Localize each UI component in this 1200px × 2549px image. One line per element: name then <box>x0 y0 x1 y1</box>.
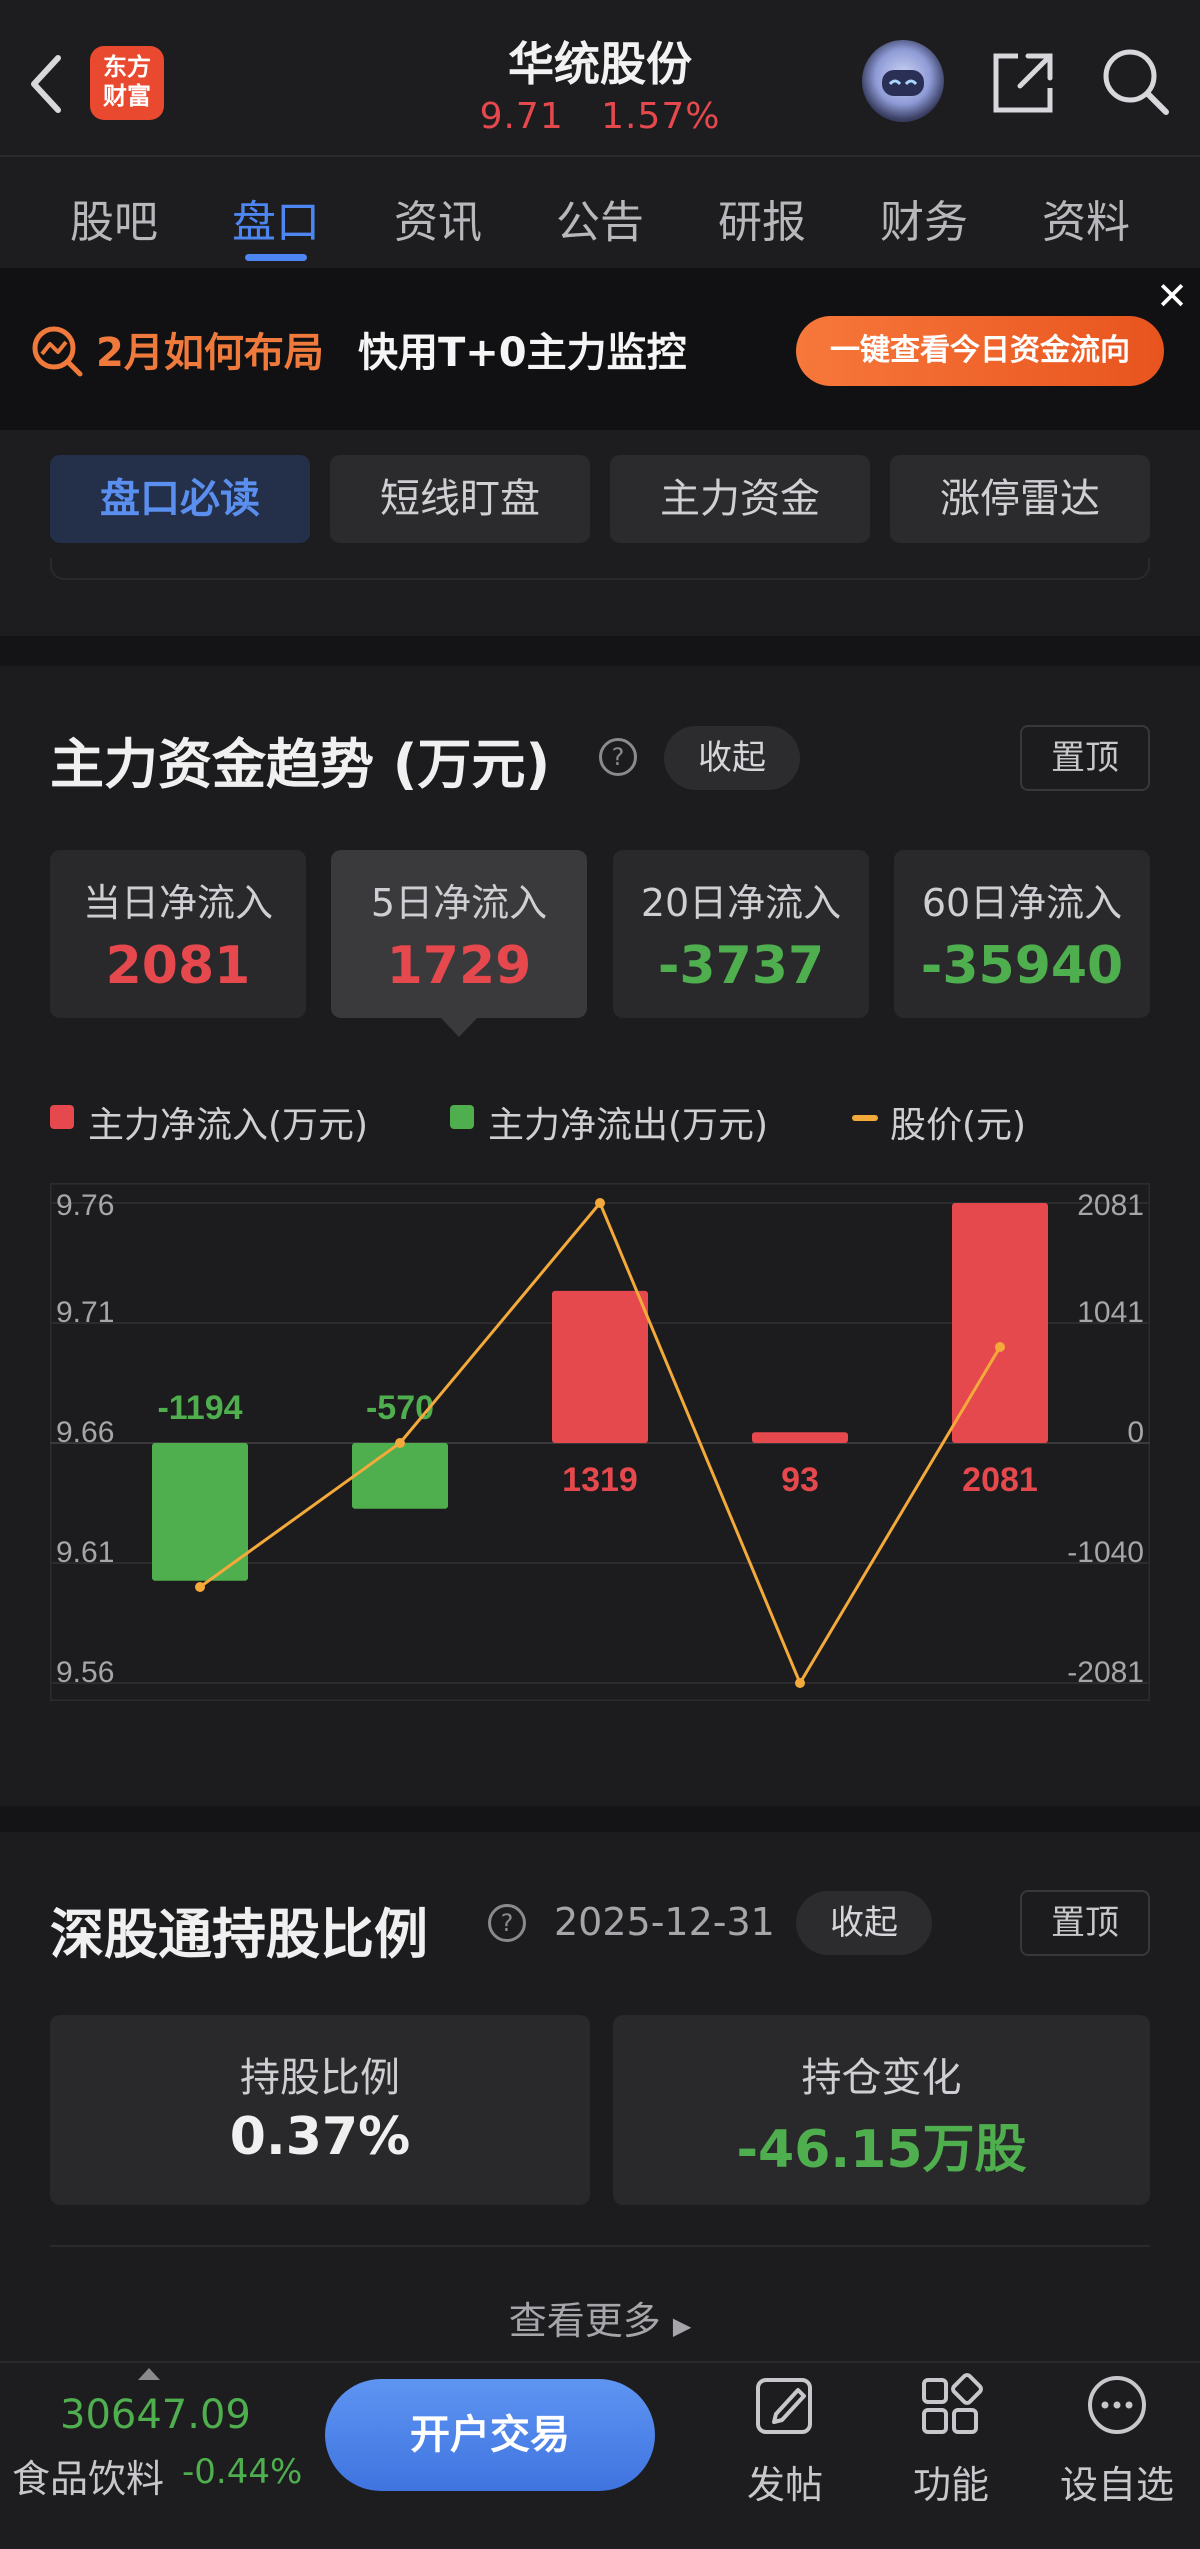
price-point <box>795 1678 805 1688</box>
view-more-link[interactable]: 查看更多 ▶ <box>0 2290 1200 2345</box>
y-right-tick-label: 1041 <box>1077 1296 1144 1329</box>
legend-outflow-swatch <box>450 1105 474 1129</box>
bar-data-label: -570 <box>366 1389 434 1427</box>
function-label[interactable]: 功能 <box>881 2454 1021 2509</box>
net-inflow-card-today[interactable]: 当日净流入 2081 <box>50 850 306 1018</box>
help-icon[interactable]: ? <box>599 738 637 776</box>
y-right-tick-label: 2081 <box>1077 1189 1144 1222</box>
stock-name: 华统股份 <box>508 37 692 91</box>
y-right-tick-label: -2081 <box>1067 1656 1144 1689</box>
stock-change: 1.57% <box>601 96 721 137</box>
holding-change-card: 持仓变化 -46.15万股 <box>613 2015 1150 2205</box>
holding-ratio-card: 持股比例 0.37% <box>50 2015 590 2205</box>
subtab-main-capital[interactable]: 主力资金 <box>610 455 870 543</box>
y-right-tick-label: 0 <box>1127 1416 1144 1449</box>
net-inflow-card-5d[interactable]: 5日净流入 1729 <box>331 850 587 1018</box>
main-tabs: 股吧 盘口 资讯 公告 研报 财务 资料 <box>0 158 1200 268</box>
hk-connect-date: 2025-12-31 <box>554 1900 775 1944</box>
tab-news[interactable]: 资讯 <box>368 186 508 250</box>
net-inflow-card-60d[interactable]: 60日净流入 -35940 <box>894 850 1150 1018</box>
section-divider <box>0 636 1200 666</box>
capital-trend-chart: 9.76 9.71 9.66 9.61 9.56 2081 1041 0 -1040 -2081 -… <box>50 1183 1150 1701</box>
bar-data-label: -1194 <box>157 1389 242 1427</box>
section-divider <box>0 1806 1200 1832</box>
bar-data-label: 93 <box>781 1461 819 1499</box>
subtab-short-term[interactable]: 短线盯盘 <box>330 455 590 543</box>
pin-top-button[interactable]: 置顶 <box>1020 1890 1150 1956</box>
divider <box>50 2245 1150 2247</box>
banner-cta-button[interactable]: 一键查看今日资金流向 <box>796 316 1164 386</box>
chart-trend-icon <box>32 326 83 377</box>
bar-data-label: 1319 <box>562 1461 638 1499</box>
legend-outflow: 主力净流出(万元) <box>488 1105 769 1146</box>
robot-assistant-icon[interactable] <box>862 40 944 122</box>
bar-01-27 <box>752 1432 848 1443</box>
tab-announcements[interactable]: 公告 <box>530 186 670 250</box>
legend-price: 股价(元) <box>890 1105 1027 1146</box>
sector-change: -0.44% <box>182 2452 303 2492</box>
bar-01-23 <box>352 1443 448 1509</box>
subtab-must-read[interactable]: 盘口必读 <box>50 455 310 543</box>
banner-highlight-text: 2月如何布局 <box>96 330 324 376</box>
pin-top-button[interactable]: 置顶 <box>1020 725 1150 791</box>
sector-index-value[interactable]: 30647.09 <box>60 2392 251 2438</box>
add-watchlist-label[interactable]: 设自选 <box>1047 2454 1187 2509</box>
y-left-tick-label: 9.76 <box>56 1189 114 1222</box>
legend-price-swatch <box>852 1115 878 1121</box>
more-dots-icon[interactable] <box>1082 2370 1152 2440</box>
collapse-button[interactable]: 收起 <box>796 1891 932 1955</box>
tab-finance[interactable]: 财务 <box>854 186 994 250</box>
bar-data-label: 2081 <box>962 1461 1038 1499</box>
stock-price: 9.71 <box>479 96 564 137</box>
y-left-tick-label: 9.56 <box>56 1656 114 1689</box>
subtab-bar: 盘口必读 短线盯盘 主力资金 涨停雷达 <box>0 430 1200 636</box>
promo-banner[interactable]: ✕ 2月如何布局 快用T+0主力监控 一键查看今日资金流向 <box>0 268 1200 430</box>
y-left-tick-label: 9.71 <box>56 1296 114 1329</box>
eastmoney-logo: 东方 财富 <box>90 46 164 120</box>
legend-inflow: 主力净流入(万元) <box>88 1105 369 1146</box>
tab-pankou[interactable]: 盘口 <box>206 186 346 250</box>
y-right-tick-label: -1040 <box>1067 1536 1144 1569</box>
chevron-up-icon <box>138 2368 160 2380</box>
price-point <box>995 1342 1005 1352</box>
tab-profile[interactable]: 资料 <box>1016 186 1156 250</box>
close-icon[interactable]: ✕ <box>1156 274 1188 318</box>
price-point <box>595 1198 605 1208</box>
post-label[interactable]: 发帖 <box>715 2454 855 2509</box>
y-left-tick-label: 9.61 <box>56 1536 114 1569</box>
banner-text: 快用T+0主力监控 <box>358 330 687 376</box>
search-icon[interactable] <box>1100 46 1172 118</box>
price-point <box>195 1582 205 1592</box>
tab-guba[interactable]: 股吧 <box>44 186 184 250</box>
selected-card-pointer <box>440 1017 478 1037</box>
bar-01-28 <box>952 1203 1048 1443</box>
bar-01-22 <box>152 1443 248 1581</box>
collapsed-panel-edge <box>50 558 1150 580</box>
bar-01-26 <box>552 1290 648 1443</box>
y-left-tick-label: 9.66 <box>56 1416 114 1449</box>
share-icon[interactable] <box>988 48 1058 118</box>
sector-name[interactable]: 食品饮料 <box>12 2448 164 2503</box>
function-grid-icon[interactable] <box>916 2370 986 2440</box>
back-arrow-icon[interactable] <box>26 52 66 116</box>
post-edit-icon[interactable] <box>750 2370 820 2440</box>
subtab-limit-up-radar[interactable]: 涨停雷达 <box>890 455 1150 543</box>
chevron-right-icon: ▶ <box>672 2312 692 2340</box>
stock-price-line: 9.71 1.57% <box>400 96 800 137</box>
tab-research[interactable]: 研报 <box>692 186 832 250</box>
hk-connect-title: 深股通持股比例 <box>50 1903 428 1966</box>
capital-trend-title: 主力资金趋势 (万元) <box>50 733 551 796</box>
open-account-trade-button[interactable]: 开户交易 <box>325 2379 655 2491</box>
active-tab-indicator <box>245 254 307 261</box>
price-point <box>395 1438 405 1448</box>
collapse-button[interactable]: 收起 <box>664 726 800 790</box>
legend-inflow-swatch <box>50 1105 74 1129</box>
net-inflow-card-20d[interactable]: 20日净流入 -3737 <box>613 850 869 1018</box>
top-header: 东方 财富 华统股份 9.71 1.57% <box>0 0 1200 157</box>
help-icon[interactable]: ? <box>488 1904 526 1942</box>
